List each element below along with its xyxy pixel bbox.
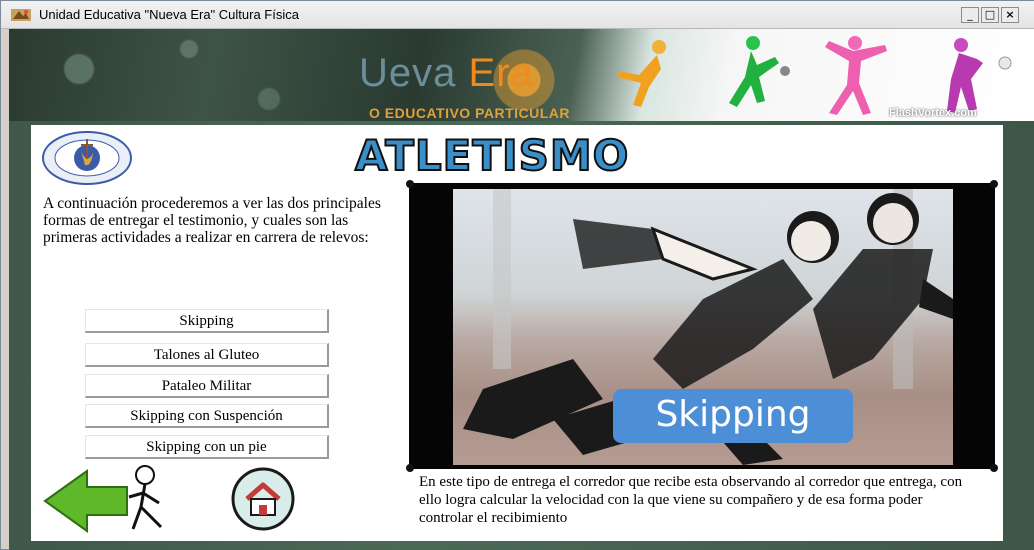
page-title: ATLETISMO [354, 130, 630, 181]
watermark: FlashVortex.com [889, 107, 977, 119]
school-logo-text: Ueva Era [359, 51, 534, 96]
back-arrow-icon [43, 465, 163, 533]
minimize-button[interactable]: _ [961, 7, 979, 23]
school-subtitle: O EDUCATIVO PARTICULAR [369, 105, 571, 121]
app-window: Unidad Educativa "Nueva Era" Cultura Fís… [0, 0, 1034, 550]
maximize-button[interactable]: □ [981, 7, 999, 23]
home-icon [231, 467, 295, 531]
relay-runners-image: Skipping [453, 189, 953, 465]
header-banner: Ueva Era O EDUCATIVO PARTICULAR FlashVor… [9, 29, 1034, 121]
close-button[interactable]: × [1001, 7, 1019, 23]
soccer-player-green-icon [729, 36, 790, 107]
runner-silhouette-icon [617, 40, 666, 107]
dancer-pink-icon [825, 36, 887, 115]
logo-prefix: Ueva [359, 51, 457, 95]
window-title: Unidad Educativa "Nueva Era" Cultura Fís… [39, 7, 299, 22]
pataleo-militar-button[interactable]: Pataleo Militar [85, 374, 329, 398]
media-caption: Skipping [613, 389, 853, 443]
skipping-button[interactable]: Skipping [85, 309, 329, 333]
frame-corner [990, 464, 998, 472]
frame-corner [406, 464, 414, 472]
talones-al-gluteo-button[interactable]: Talones al Gluteo [85, 343, 329, 367]
intro-text: A continuación procederemos a ver las do… [43, 195, 381, 246]
skipping-con-suspencion-button[interactable]: Skipping con Suspención [85, 404, 329, 428]
home-button[interactable] [227, 467, 299, 531]
back-button[interactable] [41, 463, 191, 533]
frame-corner [406, 180, 414, 188]
title-bar[interactable]: Unidad Educativa "Nueva Era" Cultura Fís… [1, 1, 1034, 29]
video-player[interactable]: Skipping [406, 180, 998, 472]
university-seal-icon [42, 131, 132, 185]
description-text: En este tipo de entrega el corredor que … [419, 474, 963, 526]
logo-suffix: Era [468, 51, 534, 95]
soccer-player-purple-icon [947, 38, 1012, 113]
frame-corner [990, 180, 998, 188]
skipping-con-un-pie-button[interactable]: Skipping con un pie [85, 435, 329, 459]
app-logo-icon [11, 9, 31, 21]
